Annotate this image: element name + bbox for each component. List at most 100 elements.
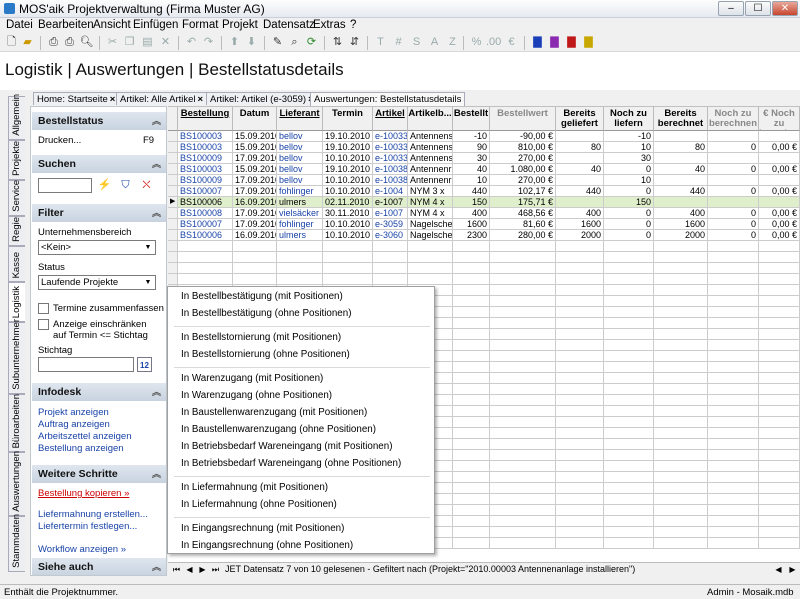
table-cell[interactable]: 10 — [604, 175, 654, 186]
sum-icon[interactable]: S — [409, 35, 424, 50]
table-cell[interactable]: 102,17 € — [490, 186, 556, 197]
table-cell[interactable] — [604, 373, 654, 384]
table-cell[interactable] — [453, 373, 490, 384]
table-cell[interactable] — [708, 329, 759, 340]
table-cell[interactable] — [604, 439, 654, 450]
table-cell[interactable]: 16.09.2010 — [233, 197, 277, 208]
section-siehe-auch[interactable]: Siehe auch ︽ — [32, 558, 166, 575]
menu-bearbeiten[interactable]: Bearbeiten — [38, 19, 94, 31]
refresh-icon[interactable]: ⟳ — [304, 35, 319, 50]
table-cell[interactable] — [604, 472, 654, 483]
chevron-up-icon[interactable]: ︽ — [152, 467, 161, 480]
table-cell[interactable]: Antennenr — [408, 164, 453, 175]
undo-icon[interactable]: ↶ — [184, 35, 199, 50]
table-cell[interactable] — [233, 241, 277, 252]
table-cell[interactable]: fohlinger — [277, 219, 323, 230]
table-cell[interactable] — [490, 505, 556, 516]
table-cell[interactable] — [556, 373, 604, 384]
table-cell[interactable] — [604, 340, 654, 351]
table-cell[interactable] — [708, 296, 759, 307]
tab-home[interactable]: Home: Startseite × — [33, 92, 119, 105]
table-cell[interactable] — [490, 362, 556, 373]
minimize-button[interactable]: – — [718, 1, 744, 16]
print-link[interactable]: Drucken... — [38, 135, 81, 146]
vtab-auswertungen[interactable]: Auswertungen — [8, 451, 25, 516]
table-cell[interactable] — [490, 384, 556, 395]
table-cell[interactable] — [654, 362, 708, 373]
table-cell[interactable] — [654, 285, 708, 296]
context-menu-item[interactable]: In Baustellenwarenzugang (mit Positionen… — [181, 407, 367, 418]
table-cell[interactable] — [490, 439, 556, 450]
table-cell[interactable] — [654, 252, 708, 263]
table-cell[interactable] — [556, 362, 604, 373]
tab-artikel-e3059[interactable]: Artikel: Artikel (e-3059)× — [206, 92, 316, 105]
table-cell[interactable] — [708, 439, 759, 450]
table-cell[interactable] — [708, 241, 759, 252]
context-menu-item[interactable]: In Warenzugang (mit Positionen) — [181, 373, 323, 384]
table-cell[interactable] — [453, 274, 490, 285]
print-setup-icon[interactable]: ⎙ — [62, 35, 77, 50]
table-cell[interactable]: 0,00 € — [759, 230, 800, 241]
table-cell[interactable] — [708, 505, 759, 516]
table-cell[interactable] — [708, 461, 759, 472]
number-format-icon[interactable]: # — [391, 35, 406, 50]
table-cell[interactable] — [759, 417, 800, 428]
table-cell[interactable]: e-1007 — [373, 208, 408, 219]
table-cell[interactable] — [708, 285, 759, 296]
table-cell[interactable] — [556, 241, 604, 252]
table-cell[interactable] — [604, 461, 654, 472]
table-cell[interactable] — [556, 483, 604, 494]
chevron-up-icon[interactable]: ︽ — [152, 206, 161, 219]
table-cell[interactable] — [604, 351, 654, 362]
row-selector[interactable] — [168, 164, 178, 175]
table-cell[interactable] — [654, 197, 708, 208]
table-cell[interactable] — [604, 527, 654, 538]
table-cell[interactable] — [556, 450, 604, 461]
table-cell[interactable]: 40 — [654, 164, 708, 175]
table-cell[interactable] — [556, 274, 604, 285]
table-cell[interactable] — [408, 252, 453, 263]
context-menu-item[interactable]: In Bestellstornierung (ohne Positionen) — [181, 349, 350, 360]
table-cell[interactable]: 19.10.2010 — [323, 131, 373, 142]
table-cell[interactable] — [759, 538, 800, 549]
table-cell[interactable] — [654, 274, 708, 285]
table-cell[interactable] — [759, 428, 800, 439]
table-cell[interactable]: 0 — [604, 164, 654, 175]
next-record-icon[interactable]: ▶ — [197, 564, 208, 575]
table-cell[interactable] — [708, 483, 759, 494]
table-cell[interactable] — [453, 461, 490, 472]
table-cell[interactable]: 17.09.2010 — [233, 186, 277, 197]
table-cell[interactable] — [178, 274, 233, 285]
table-cell[interactable] — [277, 241, 323, 252]
prev-record-icon[interactable]: ◀ — [184, 564, 195, 575]
context-menu-item[interactable]: In Liefermahnung (mit Positionen) — [181, 482, 328, 493]
column-header[interactable]: € Noch zu berechnen — [759, 107, 800, 131]
table-cell[interactable] — [759, 527, 800, 538]
table-cell[interactable] — [759, 351, 800, 362]
table-cell[interactable]: BS100003 — [178, 142, 233, 153]
table-cell[interactable]: 2300 — [453, 230, 490, 241]
table-cell[interactable]: 1600 — [654, 219, 708, 230]
table-cell[interactable]: 270,00 € — [490, 153, 556, 164]
edit-icon[interactable]: ✎ — [270, 35, 285, 50]
table-cell[interactable] — [604, 329, 654, 340]
chevron-down-icon[interactable]: ▼ — [142, 242, 154, 253]
chevron-up-icon[interactable]: ︽ — [152, 114, 161, 127]
table-cell[interactable] — [759, 483, 800, 494]
table-cell[interactable]: 440 — [654, 186, 708, 197]
anzeige-checkbox[interactable] — [38, 319, 49, 330]
table-cell[interactable]: 0,00 € — [759, 164, 800, 175]
table-cell[interactable]: 10.10.2010 — [323, 230, 373, 241]
table-cell[interactable]: 19.10.2010 — [323, 164, 373, 175]
table-cell[interactable]: ulmers — [277, 197, 323, 208]
table-cell[interactable] — [453, 296, 490, 307]
table-cell[interactable] — [708, 153, 759, 164]
table-cell[interactable] — [759, 329, 800, 340]
table-cell[interactable] — [323, 241, 373, 252]
table-cell[interactable] — [490, 263, 556, 274]
table-cell[interactable] — [708, 428, 759, 439]
table-cell[interactable] — [604, 395, 654, 406]
table-cell[interactable] — [604, 384, 654, 395]
table-cell[interactable] — [654, 131, 708, 142]
table-cell[interactable]: 280,00 € — [490, 230, 556, 241]
